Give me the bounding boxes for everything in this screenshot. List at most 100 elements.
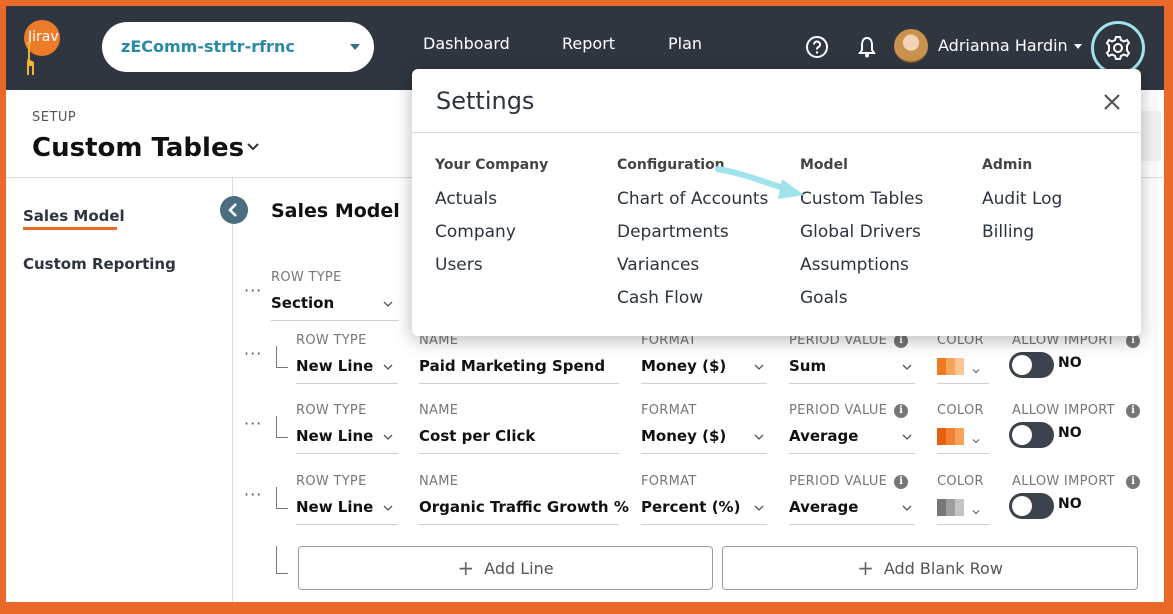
swatch-chip	[955, 499, 964, 516]
settings-link-variances[interactable]: Variances	[617, 255, 699, 275]
allow-import-toggle[interactable]	[1009, 493, 1054, 519]
field-underline	[271, 320, 399, 321]
row-type-value[interactable]: New Line	[296, 498, 373, 516]
chevron-down-icon[interactable]	[902, 504, 912, 512]
settings-link-custom-tables[interactable]: Custom Tables	[800, 189, 923, 209]
chevron-down-icon[interactable]	[383, 433, 393, 441]
close-icon[interactable]	[1102, 92, 1122, 112]
bell-icon[interactable]	[854, 34, 880, 60]
chevron-down-icon[interactable]	[383, 300, 393, 308]
tree-connector	[276, 346, 288, 368]
chevron-down-icon[interactable]	[246, 140, 260, 154]
model-select-dropdown[interactable]: zEComm-strtr-rfrnc	[102, 22, 374, 72]
settings-link-goals[interactable]: Goals	[800, 288, 848, 308]
info-icon[interactable]: i	[894, 334, 908, 348]
chevron-down-icon[interactable]	[902, 433, 912, 441]
chevron-down-icon[interactable]	[754, 433, 764, 441]
chevron-down-icon[interactable]	[754, 363, 764, 371]
swatch-chip	[955, 358, 964, 375]
settings-link-departments[interactable]: Departments	[617, 222, 729, 242]
popup-divider	[412, 132, 1141, 133]
info-icon[interactable]: i	[1126, 404, 1140, 418]
info-icon[interactable]: i	[894, 475, 908, 489]
avatar[interactable]	[894, 29, 928, 63]
row-type-value[interactable]: New Line	[296, 427, 373, 445]
chevron-down-icon[interactable]	[383, 363, 393, 371]
period-value-value[interactable]: Sum	[789, 357, 826, 375]
info-icon[interactable]: i	[1126, 334, 1140, 348]
chevron-down-icon[interactable]	[972, 509, 980, 515]
settings-link-company[interactable]: Company	[435, 222, 516, 242]
color-swatch[interactable]	[937, 499, 964, 516]
name-field[interactable]: Cost per Click	[419, 427, 535, 445]
field-underline	[641, 524, 767, 525]
info-icon[interactable]: i	[1126, 475, 1140, 489]
toggle-knob	[1012, 355, 1032, 375]
swatch-chip	[955, 428, 964, 445]
settings-link-actuals[interactable]: Actuals	[435, 189, 497, 209]
settings-link-cash-flow[interactable]: Cash Flow	[617, 288, 703, 308]
nav-report[interactable]: Report	[562, 34, 615, 53]
row-type-label: ROW TYPE	[296, 333, 367, 348]
user-name[interactable]: Adrianna Hardin	[938, 36, 1068, 55]
pointer-arrow-icon	[715, 166, 804, 199]
giraffe-icon	[27, 42, 34, 75]
field-underline	[296, 383, 398, 384]
swatch-chip	[937, 499, 946, 516]
add-line-button[interactable]: + Add Line	[298, 546, 713, 590]
add-blank-row-button[interactable]: + Add Blank Row	[722, 546, 1138, 590]
add-line-label: Add Line	[484, 558, 554, 578]
settings-link-global-drivers[interactable]: Global Drivers	[800, 222, 921, 242]
sidebar-item-custom-reporting[interactable]: Custom Reporting	[23, 255, 176, 273]
format-value[interactable]: Money ($)	[641, 427, 726, 445]
field-underline	[296, 524, 398, 525]
app-window: Jirav zEComm-strtr-rfrnc Dashboard Repor…	[6, 6, 1164, 602]
row-menu-icon[interactable]: ···	[244, 485, 262, 504]
format-value[interactable]: Percent (%)	[641, 498, 740, 516]
period-value-value[interactable]: Average	[789, 498, 858, 516]
format-label: FORMAT	[641, 403, 697, 418]
name-field[interactable]: Organic Traffic Growth %	[419, 498, 629, 516]
settings-link-assumptions[interactable]: Assumptions	[800, 255, 909, 275]
add-blank-row-label: Add Blank Row	[883, 558, 1003, 578]
row-menu-icon[interactable]: ···	[244, 344, 262, 363]
allow-import-toggle[interactable]	[1009, 422, 1054, 448]
settings-link-billing[interactable]: Billing	[982, 222, 1034, 242]
row-type-value[interactable]: Section	[271, 294, 334, 312]
chevron-down-icon[interactable]	[902, 363, 912, 371]
row-menu-icon[interactable]: ···	[244, 414, 262, 433]
row-menu-icon[interactable]: ···	[244, 281, 262, 300]
toggle-knob	[1012, 496, 1032, 516]
settings-link-users[interactable]: Users	[435, 255, 483, 275]
collapse-sidebar-button[interactable]	[220, 196, 248, 224]
help-icon[interactable]	[804, 34, 830, 60]
allow-import-label: ALLOW IMPORT	[1012, 474, 1115, 489]
format-value[interactable]: Money ($)	[641, 357, 726, 375]
chevron-down-icon[interactable]	[754, 504, 764, 512]
name-field[interactable]: Paid Marketing Spend	[419, 357, 605, 375]
sidebar-divider	[232, 177, 233, 602]
page-title[interactable]: Custom Tables	[32, 133, 244, 163]
settings-button[interactable]	[1091, 21, 1145, 75]
chevron-down-icon[interactable]	[972, 368, 980, 374]
field-underline	[789, 524, 915, 525]
nav-dashboard[interactable]: Dashboard	[423, 34, 510, 53]
swatch-chip	[937, 358, 946, 375]
sidebar-item-sales-model[interactable]: Sales Model	[23, 207, 125, 225]
color-swatch[interactable]	[937, 428, 964, 445]
chevron-down-icon[interactable]	[972, 438, 980, 444]
color-swatch[interactable]	[937, 358, 964, 375]
info-icon[interactable]: i	[894, 404, 908, 418]
nav-plan[interactable]: Plan	[668, 34, 702, 53]
row-type-value[interactable]: New Line	[296, 357, 373, 375]
row-type-label: ROW TYPE	[271, 270, 342, 285]
period-value-value[interactable]: Average	[789, 427, 858, 445]
jirav-logo[interactable]: Jirav	[18, 20, 62, 76]
chevron-down-icon[interactable]	[383, 504, 393, 512]
row-type-label: ROW TYPE	[296, 403, 367, 418]
tree-connector	[276, 487, 288, 509]
user-menu-caret-icon[interactable]	[1074, 44, 1082, 49]
allow-import-toggle[interactable]	[1009, 352, 1054, 378]
settings-link-audit-log[interactable]: Audit Log	[982, 189, 1062, 209]
field-underline	[419, 383, 619, 384]
